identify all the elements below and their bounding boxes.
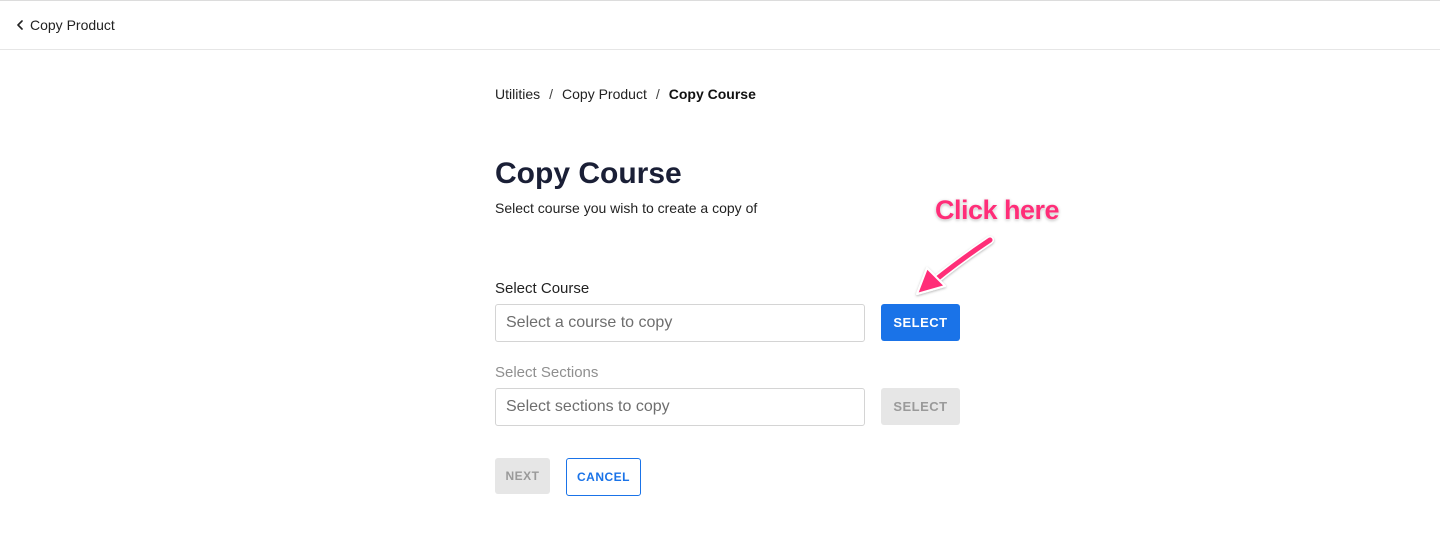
chevron-left-icon (16, 20, 24, 30)
breadcrumb-item-copy-product[interactable]: Copy Product (562, 86, 647, 102)
breadcrumb: Utilities / Copy Product / Copy Course (495, 86, 756, 102)
breadcrumb-separator: / (655, 86, 660, 102)
top-bar: Copy Product (0, 0, 1440, 50)
select-course-button[interactable]: SELECT (881, 304, 960, 341)
select-sections-button[interactable]: SELECT (881, 388, 960, 425)
breadcrumb-item-utilities[interactable]: Utilities (495, 86, 540, 102)
course-input[interactable] (495, 304, 865, 342)
back-link[interactable]: Copy Product (16, 17, 115, 33)
breadcrumb-separator: / (549, 86, 554, 102)
page-title: Copy Course (495, 157, 682, 190)
sections-field-label: Select Sections (495, 364, 599, 381)
back-link-label: Copy Product (30, 17, 115, 33)
annotation-label: Click here (935, 195, 1060, 225)
course-field-label: Select Course (495, 280, 590, 297)
cancel-button[interactable]: CANCEL (566, 458, 641, 496)
sections-input[interactable] (495, 388, 865, 426)
page-subtitle: Select course you wish to create a copy … (495, 200, 758, 216)
arrow-icon (905, 230, 1005, 305)
breadcrumb-current: Copy Course (668, 86, 756, 102)
next-button[interactable]: NEXT (495, 458, 550, 494)
